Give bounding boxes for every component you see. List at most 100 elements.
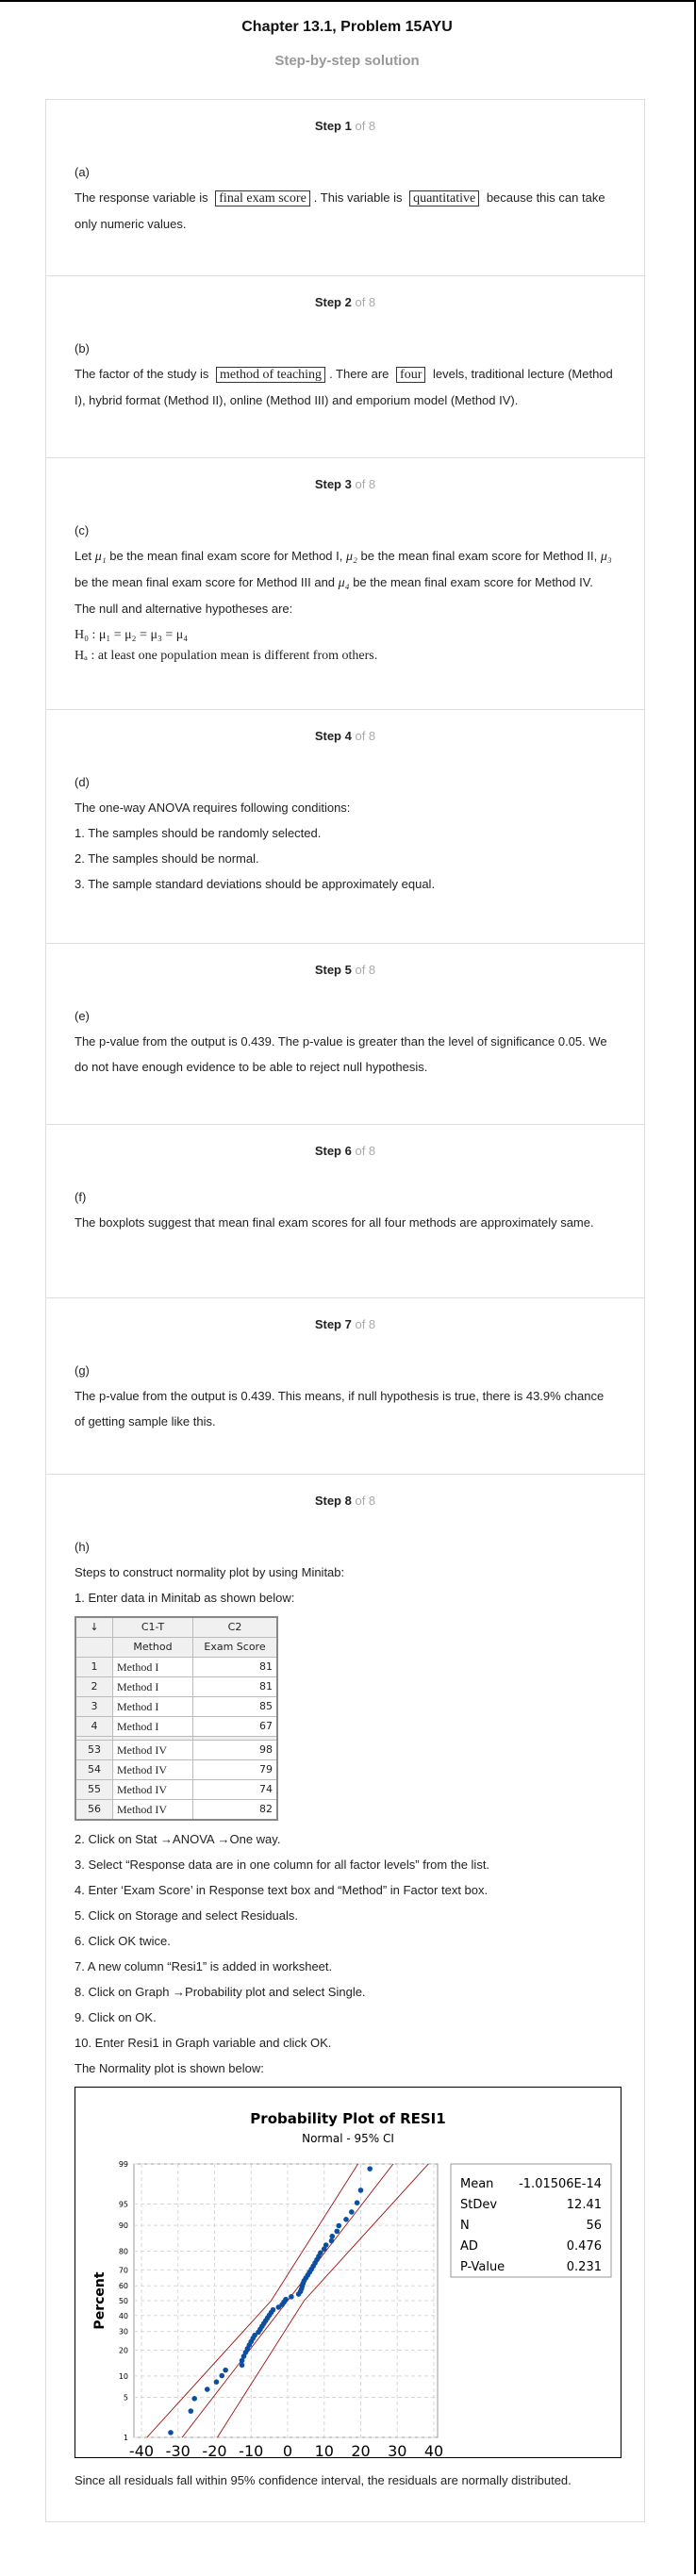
score-cell: 82 (192, 1799, 278, 1821)
data-point (283, 2296, 289, 2303)
method-cell: Method I (112, 1676, 193, 1697)
step-label: Step 8 (314, 1494, 352, 1508)
y-tick-label: 95 (119, 2200, 128, 2208)
data-point (336, 2222, 342, 2229)
step-header: Step 1 of 8 (75, 113, 616, 139)
method-cell: Method I (112, 1696, 193, 1717)
x-tick-label: 0 (283, 2442, 292, 2457)
step-line: 2. The samples should be normal. (75, 851, 259, 866)
stat-value: 56 (586, 2219, 602, 2233)
data-point (188, 2408, 194, 2414)
data-point (223, 2367, 228, 2373)
text: be the mean final exam score for Method … (109, 549, 343, 563)
answer-box: quantitative (409, 190, 480, 206)
step-label: Step 2 (314, 295, 352, 309)
step-line: 8. Click on Graph →Probability plot and … (75, 1985, 366, 1999)
text: . There are (329, 367, 389, 381)
data-point (329, 2233, 336, 2239)
y-tick-label: 70 (119, 2266, 128, 2274)
step-7: Step 7 of 8 (g) The p-value from the out… (46, 1298, 644, 1475)
step-text: Let μ₁ be the mean final exam score for … (75, 543, 616, 621)
page-title: Chapter 13.1, Problem 15AYU (241, 19, 453, 35)
y-tick-label: 1 (124, 2434, 128, 2442)
x-tick-label: -10 (239, 2442, 263, 2457)
step-total: of 8 (355, 729, 376, 743)
y-tick-label: 60 (119, 2282, 128, 2290)
text: be the mean final exam score for Method … (75, 575, 336, 589)
stat-label: Mean (460, 2177, 493, 2191)
data-point (354, 2200, 360, 2205)
score-cell: 67 (192, 1716, 278, 1737)
probability-plot: Probability Plot of RESI1 Normal - 95% CI… (75, 2087, 621, 2477)
data-point (357, 2188, 364, 2193)
step-label: Step 6 (314, 1144, 352, 1158)
null-hypothesis: H₀ : μ₁ = μ₂ = μ₃ = μ₄ (75, 628, 189, 642)
page-subtitle: Step-by-step solution (274, 53, 420, 69)
step-5: Step 5 of 8 (e) The p-value from the out… (46, 944, 644, 1125)
table-row: 55 Method IV 74 (75, 1779, 278, 1800)
table-row: 54 Method IV 79 (75, 1759, 278, 1780)
data-point (334, 2228, 340, 2235)
step-line: 10. Enter Resi1 in Graph variable and cl… (75, 2036, 332, 2050)
part-label: (e) (75, 1009, 90, 1023)
part-label: (h) (75, 1540, 90, 1554)
x-tick-label: 40 (424, 2442, 443, 2457)
score-cell: 79 (192, 1759, 278, 1780)
x-tick-label: -20 (202, 2442, 226, 2457)
data-point (343, 2216, 349, 2222)
step-total: of 8 (355, 1144, 376, 1158)
step-total: of 8 (355, 1317, 376, 1331)
x-tick-label: 10 (315, 2442, 334, 2457)
row-number: 4 (75, 1716, 113, 1737)
math-symbol: μ₂ (346, 550, 357, 564)
y-tick-label: 40 (119, 2312, 128, 2320)
table-row: 1 Method I 81 (75, 1657, 278, 1677)
stat-label: AD (460, 2239, 478, 2254)
y-tick-label: 30 (119, 2328, 128, 2337)
stat-value: -1.01506E-14 (519, 2177, 602, 2191)
stat-value: 0.231 (567, 2260, 602, 2274)
method-cell: Method IV (112, 1740, 193, 1760)
part-label: (c) (75, 523, 90, 537)
data-point (239, 2362, 245, 2369)
table-row: 2 Method I 81 (75, 1676, 278, 1697)
conclusion: Since all residuals fall within 95% conf… (75, 2473, 572, 2487)
data-point (191, 2396, 197, 2402)
step-label: Step 4 (314, 729, 352, 743)
step-line: 9. Click on OK. (75, 2010, 157, 2024)
step-line: 2. Click on Stat →ANOVA →One way. (75, 1832, 281, 1846)
sort-arrow-icon: ↓ (75, 1616, 113, 1638)
x-tick-label: 20 (351, 2442, 370, 2457)
step-line: 7. A new column “Resi1” is added in work… (75, 1959, 333, 1973)
step-4: Step 4 of 8 (d) The one-way ANOVA requir… (46, 710, 644, 944)
step-header: Step 8 of 8 (75, 1488, 616, 1513)
step-header: Step 2 of 8 (75, 289, 616, 315)
step-3: Step 3 of 8 (c) Let μ₁ be the mean final… (46, 458, 644, 710)
method-cell: Method IV (112, 1779, 193, 1800)
column-name: Exam Score (192, 1637, 278, 1658)
step-line: 3. Select “Response data are in one colu… (75, 1858, 490, 1872)
step-line: The one-way ANOVA requires following con… (75, 801, 351, 815)
chart-subtitle: Normal - 95% CI (302, 2132, 394, 2145)
step-header: Step 5 of 8 (75, 957, 616, 983)
data-point (213, 2379, 220, 2386)
method-cell: Method I (112, 1657, 193, 1677)
data-point (168, 2430, 174, 2436)
alternative-hypothesis: Hₐ : at least one population mean is dif… (75, 649, 378, 663)
score-cell: 81 (192, 1676, 278, 1697)
step-total: of 8 (355, 119, 376, 133)
table-row: 3 Method I 85 (75, 1696, 278, 1717)
method-cell: Method I (112, 1716, 193, 1737)
step-1: Step 1 of 8 (a) The response variable is… (46, 100, 644, 276)
method-cell: Method IV (112, 1799, 193, 1821)
text: . This variable is (313, 190, 403, 205)
text: be the mean final exam score for Method … (360, 549, 598, 563)
blank-header (75, 1637, 113, 1658)
x-tick-label: -40 (129, 2442, 154, 2457)
column-id: C2 (192, 1616, 278, 1638)
row-number: 53 (75, 1740, 113, 1760)
step-label: Step 7 (314, 1317, 352, 1331)
step-text: The response variable is final exam scor… (75, 185, 616, 237)
page: Chapter 13.1, Problem 15AYU Step-by-step… (0, 0, 696, 2574)
y-tick-label: 80 (119, 2248, 128, 2256)
